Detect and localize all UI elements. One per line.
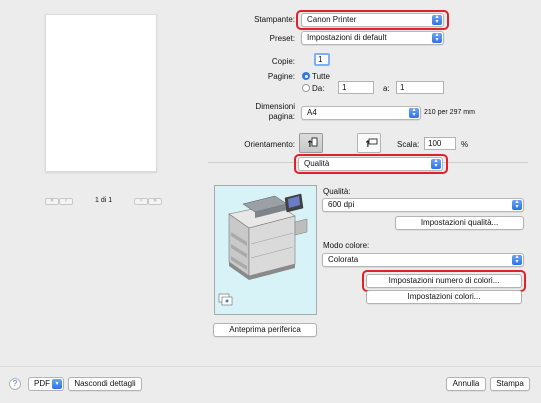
device-preview-button[interactable]: Anteprima periferica	[213, 323, 317, 337]
color-settings-button[interactable]: Impostazioni colori...	[366, 290, 522, 304]
color-mode-label: Modo colore:	[323, 241, 370, 250]
printer-highlight	[296, 10, 449, 30]
last-page-button[interactable]: »	[148, 198, 162, 205]
scale-label: Scala:	[397, 140, 420, 149]
color-mode-select[interactable]: Colorata ▴ ▾	[322, 253, 524, 267]
quality-settings-button[interactable]: Impostazioni qualità...	[395, 216, 524, 230]
orientation-label: Orientamento:	[244, 140, 295, 149]
paper-size-select[interactable]: A4 ▴ ▾	[301, 106, 421, 120]
landscape-icon: ↑	[364, 138, 378, 150]
chevron-updown-icon: ▴ ▾	[409, 107, 419, 118]
pages-to-label: a:	[383, 84, 390, 93]
cancel-button[interactable]: Annulla	[446, 377, 486, 391]
next-page-button[interactable]: ›	[134, 198, 148, 205]
print-button[interactable]: Stampa	[490, 377, 530, 391]
pages-range-radio[interactable]	[302, 84, 310, 92]
page-indicator: 1 di 1	[95, 197, 113, 204]
chevron-down-icon: ▾	[52, 379, 62, 389]
prev-page-button[interactable]: ‹	[59, 198, 73, 205]
color-mode-value: Colorata	[328, 255, 359, 264]
hide-details-button[interactable]: Nascondi dettagli	[68, 377, 142, 391]
printer-label: Stampante:	[254, 15, 295, 24]
orientation-landscape-button[interactable]: ↑	[357, 133, 381, 153]
pages-label: Pagine:	[267, 72, 295, 81]
pages-all-label: Tutte	[312, 72, 330, 81]
help-button[interactable]: ?	[9, 378, 21, 390]
orientation-portrait-button[interactable]: ↑	[299, 133, 323, 153]
printer-device-icon	[218, 193, 308, 306]
color-count-highlight	[362, 270, 526, 292]
preset-label: Preset:	[269, 34, 295, 43]
preset-select[interactable]: Impostazioni di default ▴ ▾	[301, 31, 444, 45]
preset-value: Impostazioni di default	[307, 33, 387, 42]
paper-size-label: Dimensioni pagina:	[255, 102, 295, 122]
quality-label: Qualità:	[323, 187, 351, 196]
pdf-menu-button[interactable]: PDF ▾	[28, 377, 64, 391]
pages-all-radio[interactable]	[302, 72, 310, 80]
first-page-button[interactable]: «	[45, 198, 59, 205]
pages-from-label: Da:	[312, 84, 325, 93]
scale-unit: %	[461, 140, 469, 149]
copies-field[interactable]: 1	[314, 53, 330, 66]
pages-to-field[interactable]: 1	[396, 81, 444, 94]
copies-label: Copie:	[271, 57, 295, 66]
paper-size-label-line2: pagina:	[268, 112, 295, 121]
quality-select[interactable]: 600 dpi ▴ ▾	[322, 198, 524, 212]
footer-separator	[0, 366, 541, 367]
paper-size-dims: 210 per 297 mm	[424, 109, 475, 116]
chevron-updown-icon: ▴ ▾	[512, 254, 522, 265]
pages-from-field[interactable]: 1	[338, 81, 374, 94]
preview-nav: « ‹ 1 di 1 › »	[45, 197, 176, 207]
portrait-icon: ↑	[306, 137, 318, 150]
device-preview	[214, 185, 317, 315]
page-preview	[45, 14, 157, 172]
pdf-label: PDF	[34, 379, 50, 388]
quality-value: 600 dpi	[328, 200, 355, 209]
paper-size-label-line1: Dimensioni	[255, 102, 295, 111]
chevron-updown-icon: ▴ ▾	[432, 32, 442, 43]
scale-field[interactable]: 100	[424, 137, 456, 150]
chevron-updown-icon: ▴ ▾	[512, 199, 522, 210]
section-highlight	[294, 154, 448, 174]
paper-size-value: A4	[307, 108, 317, 117]
